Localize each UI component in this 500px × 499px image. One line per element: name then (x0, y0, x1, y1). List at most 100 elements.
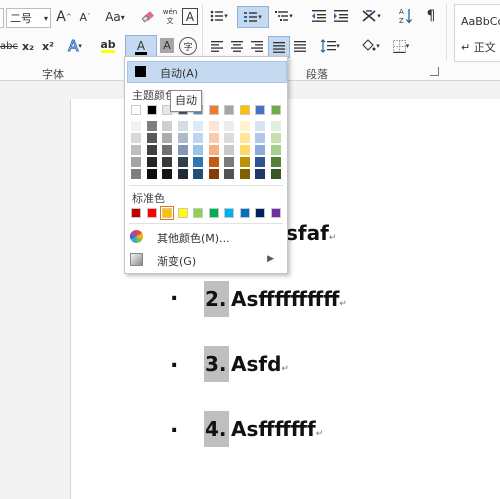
text-effects-button[interactable]: A ▾ (64, 37, 86, 56)
style-normal[interactable]: AaBbCcI ↵ 正文 (454, 4, 500, 62)
theme-shade-swatch[interactable] (239, 157, 250, 167)
enclose-characters-button[interactable]: 字 (179, 37, 197, 55)
theme-shade-swatch[interactable] (255, 157, 265, 167)
align-right-button[interactable] (250, 39, 264, 53)
font-name-box[interactable] (0, 8, 4, 28)
highlight-button[interactable]: ab (94, 37, 122, 55)
standard-color-swatch[interactable] (255, 208, 265, 218)
phonetic-guide-button[interactable]: wén 文 (161, 6, 179, 28)
theme-shade-swatch[interactable] (208, 145, 219, 155)
theme-shade-swatch[interactable] (270, 157, 281, 167)
standard-color-swatch[interactable] (224, 208, 234, 218)
gradient-option[interactable]: 渐变(G) ▶ (130, 250, 282, 270)
theme-shade-swatch[interactable] (131, 133, 141, 143)
chevron-down-icon[interactable]: ▾ (44, 14, 48, 23)
standard-color-swatch[interactable] (160, 206, 174, 220)
theme-shade-swatch[interactable] (177, 169, 188, 179)
font-size-combo[interactable]: 二号 ▾ (6, 8, 51, 28)
borders-button[interactable]: ▾ (388, 37, 414, 55)
theme-shade-swatch[interactable] (270, 145, 281, 155)
standard-color-swatch[interactable] (270, 208, 281, 218)
theme-shade-swatch[interactable] (224, 145, 234, 155)
subscript-button[interactable]: x₂ (20, 38, 36, 54)
theme-shade-swatch[interactable] (177, 133, 188, 143)
character-shading-button[interactable]: A (160, 38, 174, 53)
theme-shade-swatch[interactable] (208, 169, 219, 179)
standard-color-swatch[interactable] (239, 208, 250, 218)
line-spacing-button[interactable]: ▾ (317, 37, 343, 55)
theme-shade-swatch[interactable] (224, 133, 234, 143)
theme-shade-swatch[interactable] (162, 169, 172, 179)
theme-shade-swatch[interactable] (162, 145, 172, 155)
theme-shade-swatch[interactable] (131, 157, 141, 167)
distributed-button[interactable] (293, 39, 307, 53)
theme-color-swatch[interactable] (131, 105, 141, 115)
theme-shade-swatch[interactable] (193, 145, 203, 155)
clear-formatting-button[interactable] (141, 9, 157, 25)
sort-button[interactable]: A Z (398, 6, 414, 26)
theme-shade-swatch[interactable] (270, 121, 281, 131)
theme-shade-swatch[interactable] (270, 169, 281, 179)
theme-shade-swatch[interactable] (224, 157, 234, 167)
theme-shade-swatch[interactable] (239, 169, 250, 179)
standard-color-swatch[interactable] (193, 208, 203, 218)
multilevel-list-button[interactable]: ▾ (272, 8, 296, 24)
theme-shade-swatch[interactable] (131, 145, 141, 155)
superscript-button[interactable]: x² (40, 38, 56, 54)
theme-shade-swatch[interactable] (193, 169, 203, 179)
shading-button[interactable]: ▾ (357, 37, 383, 55)
list-item[interactable]: . 2. Asffffffffff↵ (0, 281, 500, 321)
theme-shade-swatch[interactable] (224, 169, 234, 179)
show-marks-button[interactable]: ¶ (424, 8, 438, 24)
justify-button[interactable] (268, 36, 290, 58)
theme-shade-swatch[interactable] (162, 157, 172, 167)
align-left-button[interactable] (210, 39, 224, 53)
list-item[interactable]: . 3. Asfd↵ (0, 346, 500, 386)
theme-color-swatch[interactable] (146, 105, 157, 115)
theme-shade-swatch[interactable] (239, 145, 250, 155)
theme-shade-swatch[interactable] (146, 121, 157, 131)
theme-shade-swatch[interactable] (146, 157, 157, 167)
strikethrough-button[interactable]: abc (0, 38, 18, 54)
theme-shade-swatch[interactable] (177, 157, 188, 167)
theme-shade-swatch[interactable] (255, 169, 265, 179)
theme-shade-swatch[interactable] (177, 145, 188, 155)
change-case-button[interactable]: Aa ▾ (101, 9, 129, 25)
more-colors-option[interactable]: 其他颜色(M)... (130, 227, 282, 247)
chinese-layout-button[interactable]: ▾ (358, 8, 384, 24)
shrink-font-button[interactable]: Aˇ (77, 9, 93, 25)
dialog-launcher-icon[interactable] (430, 67, 439, 76)
decrease-indent-button[interactable] (310, 8, 328, 24)
standard-color-swatch[interactable] (146, 208, 157, 218)
theme-shade-swatch[interactable] (146, 133, 157, 143)
theme-shade-swatch[interactable] (208, 133, 219, 143)
theme-shade-swatch[interactable] (270, 133, 281, 143)
numbering-button[interactable]: ▾ (237, 6, 269, 28)
standard-color-swatch[interactable] (131, 208, 141, 218)
theme-shade-swatch[interactable] (131, 121, 141, 131)
automatic-color-option[interactable]: 自动(A) (127, 61, 287, 83)
theme-color-swatch[interactable] (208, 105, 219, 115)
theme-shade-swatch[interactable] (162, 133, 172, 143)
theme-shade-swatch[interactable] (239, 121, 250, 131)
theme-shade-swatch[interactable] (193, 157, 203, 167)
theme-shade-swatch[interactable] (177, 121, 188, 131)
theme-color-swatch[interactable] (239, 105, 250, 115)
increase-indent-button[interactable] (332, 8, 350, 24)
theme-shade-swatch[interactable] (255, 145, 265, 155)
theme-shade-swatch[interactable] (146, 169, 157, 179)
theme-shade-swatch[interactable] (131, 169, 141, 179)
theme-shade-swatch[interactable] (208, 157, 219, 167)
theme-color-swatch[interactable] (224, 105, 234, 115)
theme-shade-swatch[interactable] (162, 121, 172, 131)
bullets-button[interactable]: ▾ (208, 8, 230, 24)
theme-shade-swatch[interactable] (193, 121, 203, 131)
theme-shade-swatch[interactable] (146, 145, 157, 155)
align-center-button[interactable] (230, 39, 244, 53)
standard-color-swatch[interactable] (208, 208, 219, 218)
theme-color-swatch[interactable] (270, 105, 281, 115)
theme-shade-swatch[interactable] (193, 133, 203, 143)
standard-color-swatch[interactable] (177, 208, 188, 218)
theme-shade-swatch[interactable] (255, 121, 265, 131)
theme-color-swatch[interactable] (255, 105, 265, 115)
